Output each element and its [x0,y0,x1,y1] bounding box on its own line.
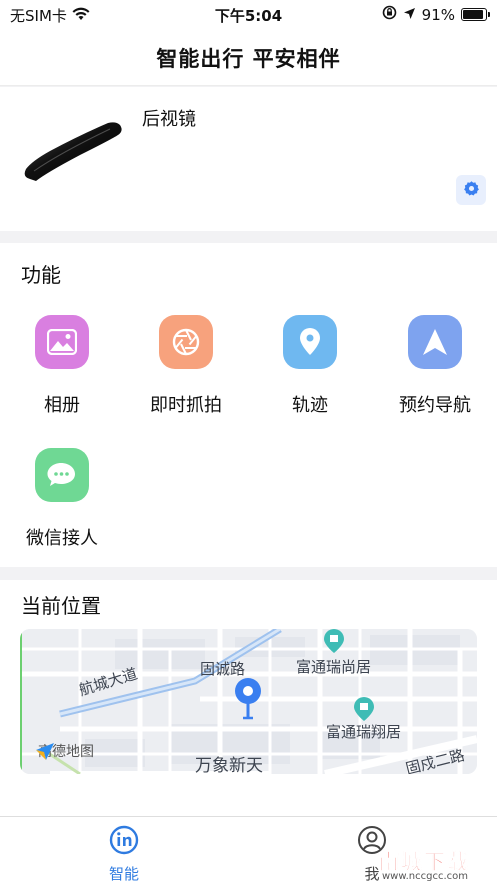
function-label: 相册 [44,395,80,416]
function-album[interactable]: 相册 [0,315,124,417]
device-settings-button[interactable] [456,175,486,205]
photo-icon [35,315,89,369]
page-title: 智能出行 平安相伴 [156,46,341,71]
function-label: 即时抓拍 [150,395,222,416]
function-label: 轨迹 [292,395,328,416]
functions-title: 功能 [21,263,61,287]
map-label-road: 固诚路 [200,660,246,678]
functions-section: 功能 相册 即时抓拍 轨迹 预约导航 微信接人 [0,243,497,567]
smart-tab-icon [109,825,139,859]
function-wechat-pickup[interactable]: 微信接人 [0,448,124,550]
function-snapshot[interactable]: 即时抓拍 [124,315,248,417]
location-pin-icon [283,315,337,369]
rearview-mirror-image [20,107,128,187]
status-right: 91% [382,5,490,24]
tab-label: 智能 [108,865,139,883]
map-brand: 高德地图 [34,741,94,761]
location-arrow-icon [403,6,416,24]
navigation-arrow-icon [408,315,462,369]
chat-bubble-icon [35,448,89,502]
location-title: 当前位置 [21,594,101,618]
function-label: 微信接人 [26,528,98,549]
watermark-logo: 南城下载 www.nccgcc.com [360,846,490,882]
tab-smart[interactable]: 智能 [84,825,164,883]
function-navigation[interactable]: 预约导航 [373,315,497,417]
device-card[interactable]: 后视镜 [0,87,497,231]
location-map[interactable]: 航城大道 固诚路 富通瑞尚居 富通瑞翔居 万象新天 固戍二路 高德地图 [20,629,477,774]
function-track[interactable]: 轨迹 [248,315,372,417]
location-section: 当前位置 航城大道 固诚路 富通瑞尚居 富通瑞翔居 万象新天 固戍二路 高德地图 [0,580,497,816]
map-label-poi: 富通瑞翔居 [326,723,402,741]
device-name: 后视镜 [142,109,196,130]
gear-icon [463,180,480,201]
status-bar: 无SIM卡 下午5:04 91% [0,0,497,30]
nav-bar: 智能出行 平安相伴 [0,30,497,86]
battery-icon [461,8,490,21]
watermark-url: www.nccgcc.com [382,871,469,882]
function-label: 预约导航 [399,395,471,416]
shutter-icon [159,315,213,369]
map-label-poi: 富通瑞尚居 [296,658,372,676]
battery-percent: 91% [421,5,455,24]
rotation-lock-icon [382,5,397,24]
map-label-area: 万象新天 [195,756,263,774]
